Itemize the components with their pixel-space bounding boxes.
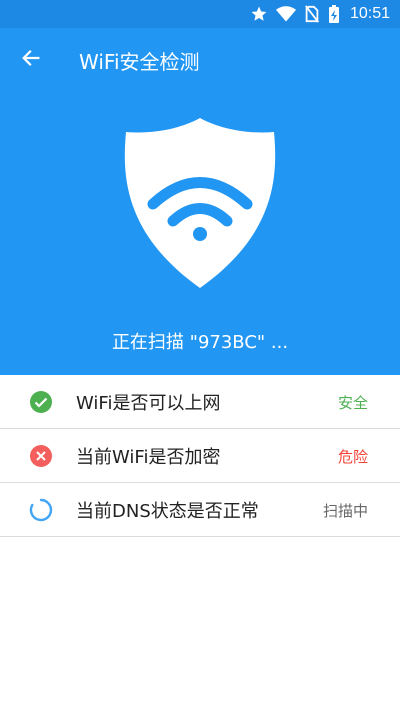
list-item: 当前WiFi是否加密 危险 bbox=[0, 429, 400, 483]
status-badge: 扫描中 bbox=[322, 501, 368, 520]
battery-charging-icon bbox=[328, 4, 340, 24]
toolbar: WiFi安全检测 bbox=[0, 28, 400, 92]
status-badge: 危险 bbox=[337, 447, 368, 466]
no-sim-icon bbox=[304, 5, 320, 23]
back-button[interactable] bbox=[11, 40, 51, 80]
status-badge: 安全 bbox=[337, 393, 368, 412]
loading-spinner-icon bbox=[29, 498, 53, 522]
check-label: 当前WiFi是否加密 bbox=[76, 447, 221, 468]
list-item: WiFi是否可以上网 安全 bbox=[0, 375, 400, 429]
list-item: 当前DNS状态是否正常 扫描中 bbox=[0, 483, 400, 537]
status-bar: 10:51 bbox=[0, 0, 400, 28]
check-label: 当前DNS状态是否正常 bbox=[76, 501, 259, 522]
check-label: WiFi是否可以上网 bbox=[76, 393, 221, 414]
check-circle-icon bbox=[29, 390, 53, 414]
scan-status-text: 正在扫描 "973BC" ... bbox=[111, 332, 289, 353]
wifi-security-screen: 10:51 WiFi安全检测 正在扫描 "973BC" ... WiFi是否可以… bbox=[0, 0, 400, 711]
page-title: WiFi安全检测 bbox=[79, 49, 200, 74]
arrow-back-icon bbox=[20, 47, 42, 73]
check-list: WiFi是否可以上网 安全 当前WiFi是否加密 危险 当前DNS状态是否正常 … bbox=[0, 375, 400, 537]
header-panel: WiFi安全检测 正在扫描 "973BC" ... bbox=[0, 28, 400, 375]
shield-wifi-icon bbox=[120, 116, 280, 290]
error-circle-icon bbox=[29, 444, 53, 468]
status-time: 10:51 bbox=[349, 5, 390, 22]
wifi-signal-icon bbox=[275, 5, 296, 23]
star-icon bbox=[250, 5, 268, 23]
